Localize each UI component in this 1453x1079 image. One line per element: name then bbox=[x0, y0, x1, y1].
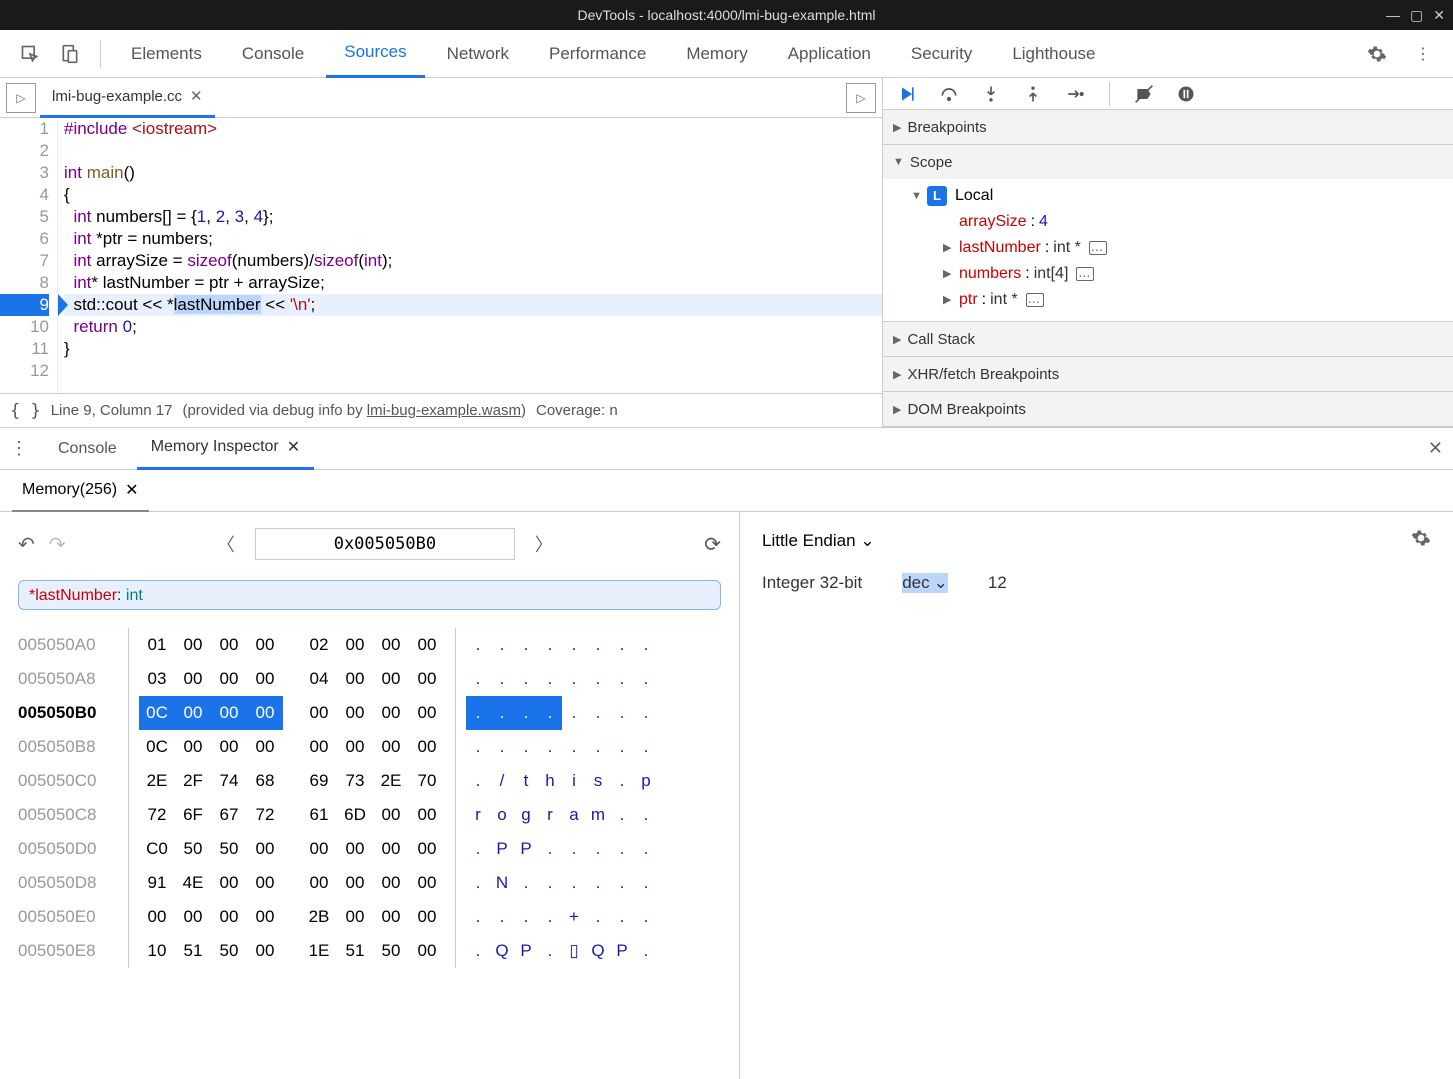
cursor-position: Line 9, Column 17 bbox=[51, 402, 173, 419]
editor-status-bar: { } Line 9, Column 17 (provided via debu… bbox=[0, 393, 882, 427]
coverage-label: Coverage: n bbox=[536, 402, 618, 419]
drawer-tab-bar: ⋮ Console Memory Inspector ✕ ✕ bbox=[0, 428, 1453, 470]
window-titlebar: DevTools - localhost:4000/lmi-bug-exampl… bbox=[0, 0, 1453, 30]
interpreter-settings-icon[interactable] bbox=[1411, 528, 1431, 553]
redo-icon: ↷ bbox=[49, 532, 66, 557]
interp-type: Integer 32-bit bbox=[762, 573, 862, 593]
scope-var-arraySize[interactable]: arraySize: 4 bbox=[911, 209, 1453, 235]
memory-instance-tabs: Memory(256) ✕ bbox=[0, 470, 1453, 512]
highlight-chip[interactable]: *lastNumber: int bbox=[18, 580, 721, 610]
source-file-tab[interactable]: lmi-bug-example.cc ✕ bbox=[40, 78, 215, 118]
pause-on-exceptions-button[interactable] bbox=[1174, 82, 1198, 106]
tab-network[interactable]: Network bbox=[429, 30, 527, 78]
deactivate-breakpoints-button[interactable] bbox=[1132, 82, 1156, 106]
panel-dom-breakpoints[interactable]: ▶DOM Breakpoints bbox=[883, 392, 1453, 426]
interp-format-select[interactable]: dec⌄ bbox=[902, 573, 948, 593]
tab-sources[interactable]: Sources bbox=[326, 30, 424, 78]
next-page-icon[interactable]: 〉 bbox=[529, 531, 559, 557]
drawer-menu-icon[interactable]: ⋮ bbox=[10, 438, 28, 459]
line-gutter: 1234 5678 9101112 bbox=[0, 118, 58, 393]
hex-dump[interactable]: 005050A00100000002000000........005050A8… bbox=[18, 628, 721, 968]
memory-icon[interactable] bbox=[1076, 267, 1094, 281]
address-input[interactable] bbox=[255, 528, 515, 560]
chevron-down-icon: ⌄ bbox=[860, 531, 874, 550]
pretty-print-icon[interactable]: { } bbox=[10, 401, 41, 421]
chevron-down-icon: ⌄ bbox=[934, 573, 948, 593]
resume-button[interactable] bbox=[895, 82, 919, 106]
panel-callstack[interactable]: ▶Call Stack bbox=[883, 322, 1453, 356]
window-maximize-icon[interactable]: ▢ bbox=[1410, 7, 1423, 24]
tab-application[interactable]: Application bbox=[770, 30, 889, 78]
debugger-toolbar bbox=[883, 78, 1453, 110]
prev-page-icon[interactable]: 〈 bbox=[211, 531, 241, 557]
step-button[interactable] bbox=[1063, 82, 1087, 106]
close-icon[interactable]: ✕ bbox=[287, 437, 300, 457]
window-minimize-icon[interactable]: — bbox=[1386, 7, 1400, 24]
run-snippet-icon[interactable]: ▷ bbox=[846, 83, 876, 113]
tab-performance[interactable]: Performance bbox=[531, 30, 664, 78]
divider bbox=[100, 40, 101, 68]
window-close-icon[interactable]: ✕ bbox=[1433, 7, 1445, 24]
endian-select[interactable]: Little Endian ⌄ bbox=[762, 531, 875, 551]
tab-elements[interactable]: Elements bbox=[113, 30, 220, 78]
debug-source-link[interactable]: lmi-bug-example.wasm bbox=[367, 402, 521, 419]
tab-console[interactable]: Console bbox=[224, 30, 322, 78]
hex-viewer: ↶ ↷ 〈 〉 ⟳ *lastNumber: int 005050A001000… bbox=[0, 512, 740, 1079]
undo-icon[interactable]: ↶ bbox=[18, 532, 35, 557]
scope-var-numbers[interactable]: ▶numbers: int[4] bbox=[911, 261, 1453, 287]
settings-gear-icon[interactable] bbox=[1359, 36, 1395, 72]
panel-xhr-breakpoints[interactable]: ▶XHR/fetch Breakpoints bbox=[883, 357, 1453, 391]
panel-scope[interactable]: ▼Scope bbox=[883, 145, 1453, 179]
drawer-tab-memory-inspector[interactable]: Memory Inspector ✕ bbox=[137, 428, 314, 470]
scope-var-lastNumber[interactable]: ▶lastNumber: int * bbox=[911, 235, 1453, 261]
inspect-element-icon[interactable] bbox=[12, 36, 48, 72]
step-over-button[interactable] bbox=[937, 82, 961, 106]
close-icon[interactable]: ✕ bbox=[125, 480, 138, 500]
more-menu-icon[interactable]: ⋮ bbox=[1405, 36, 1441, 72]
scope-var-ptr[interactable]: ▶ptr: int * bbox=[911, 287, 1453, 313]
drawer-close-icon[interactable]: ✕ bbox=[1428, 438, 1443, 459]
tab-lighthouse[interactable]: Lighthouse bbox=[994, 30, 1113, 78]
interp-value: 12 bbox=[988, 573, 1007, 593]
window-title: DevTools - localhost:4000/lmi-bug-exampl… bbox=[577, 7, 875, 23]
tab-memory[interactable]: Memory bbox=[668, 30, 765, 78]
drawer-tab-console[interactable]: Console bbox=[44, 428, 131, 470]
navigator-toggle-icon[interactable]: ▷ bbox=[6, 83, 36, 113]
scope-local[interactable]: ▼LLocal bbox=[911, 183, 1453, 209]
main-tab-bar: Elements Console Sources Network Perform… bbox=[0, 30, 1453, 78]
close-icon[interactable]: ✕ bbox=[190, 87, 203, 105]
memory-icon[interactable] bbox=[1026, 293, 1044, 307]
source-file-name: lmi-bug-example.cc bbox=[52, 88, 182, 105]
tab-security[interactable]: Security bbox=[893, 30, 990, 78]
memory-instance-tab[interactable]: Memory(256) ✕ bbox=[12, 470, 149, 512]
value-interpreter: Little Endian ⌄ Integer 32-bit dec⌄ 12 bbox=[740, 512, 1453, 1079]
code-editor[interactable]: 1234 5678 9101112 #include <iostream> in… bbox=[0, 118, 882, 393]
step-out-button[interactable] bbox=[1021, 82, 1045, 106]
panel-breakpoints[interactable]: ▶Breakpoints bbox=[883, 110, 1453, 144]
source-tabs: ▷ lmi-bug-example.cc ✕ ▷ bbox=[0, 78, 882, 118]
refresh-icon[interactable]: ⟳ bbox=[704, 532, 721, 557]
device-toggle-icon[interactable] bbox=[52, 36, 88, 72]
memory-icon[interactable] bbox=[1089, 241, 1107, 255]
step-into-button[interactable] bbox=[979, 82, 1003, 106]
